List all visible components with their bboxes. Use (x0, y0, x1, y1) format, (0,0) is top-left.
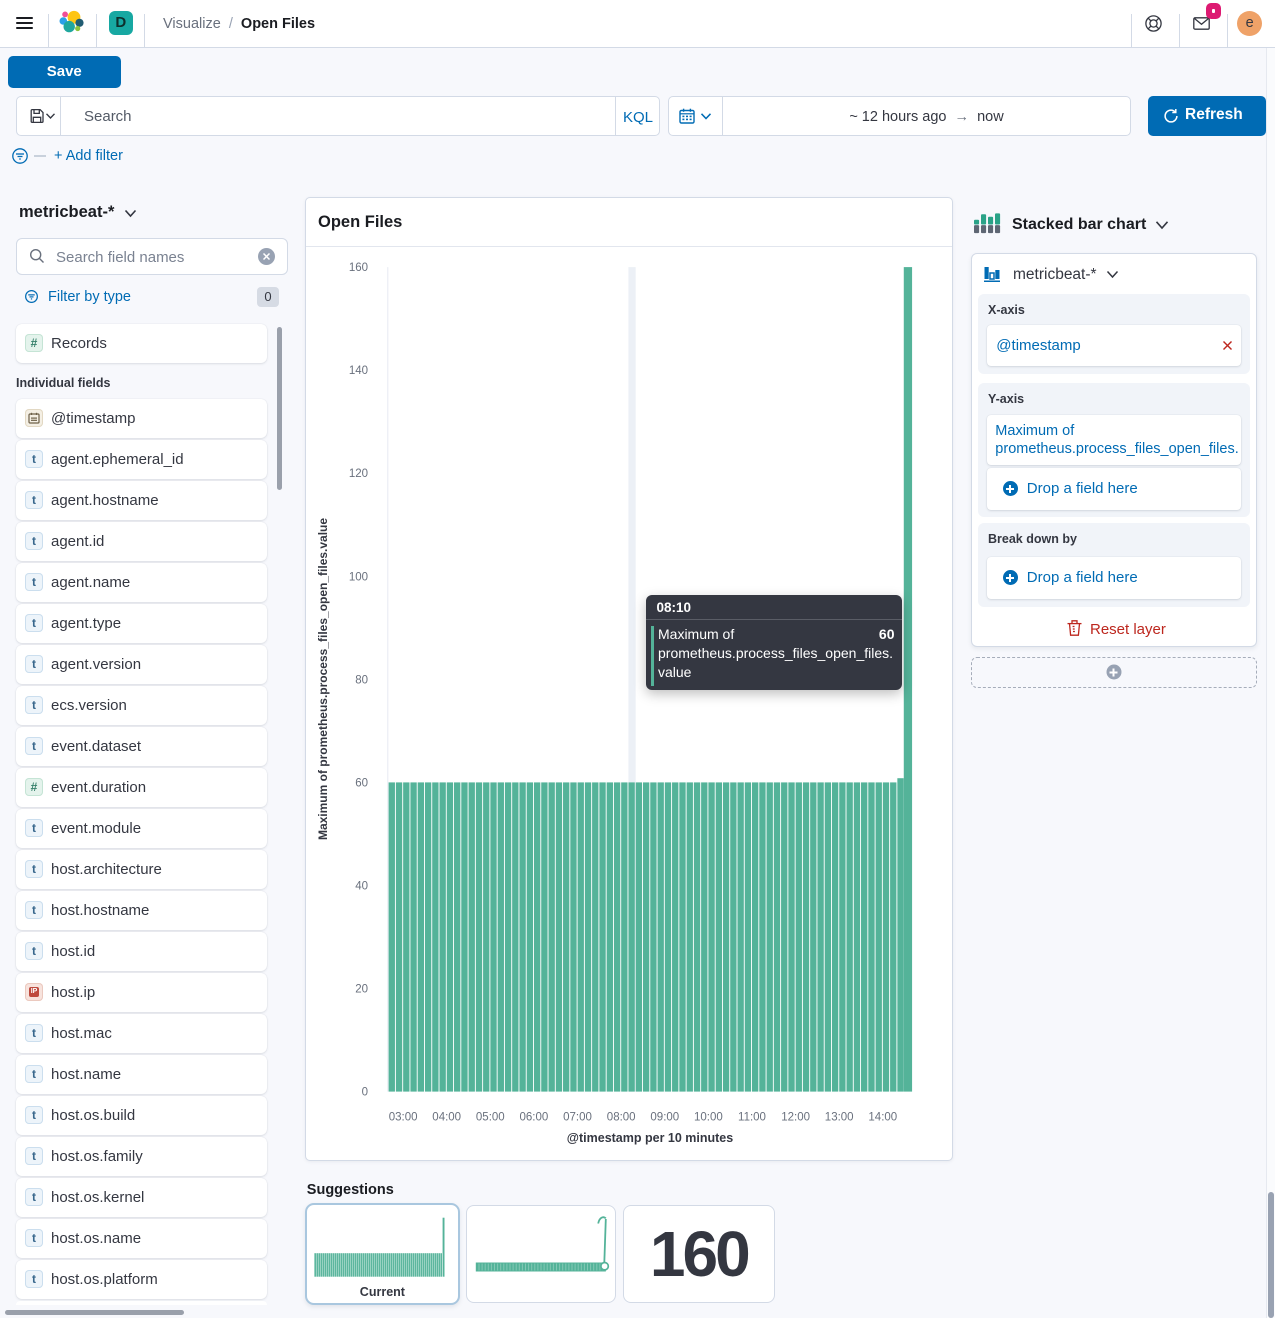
svg-text:160: 160 (349, 262, 368, 274)
svg-text:140: 140 (349, 365, 368, 377)
svg-text:60: 60 (355, 777, 368, 789)
svg-text:80: 80 (355, 674, 368, 686)
svg-text:04:00: 04:00 (432, 1112, 461, 1124)
svg-text:14:00: 14:00 (868, 1112, 897, 1124)
svg-text:03:00: 03:00 (389, 1112, 418, 1124)
svg-text:06:00: 06:00 (520, 1112, 549, 1124)
svg-text:40: 40 (355, 881, 368, 893)
svg-text:20: 20 (355, 984, 368, 996)
svg-text:05:00: 05:00 (476, 1112, 505, 1124)
svg-text:Maximum of prometheus.process_: Maximum of prometheus.process_files_open… (316, 518, 330, 840)
svg-text:11:00: 11:00 (738, 1112, 766, 1124)
svg-text:07:00: 07:00 (563, 1112, 592, 1124)
svg-text:10:00: 10:00 (694, 1112, 723, 1124)
svg-text:120: 120 (349, 468, 368, 480)
svg-text:0: 0 (362, 1087, 368, 1099)
svg-text:08:00: 08:00 (607, 1112, 636, 1124)
svg-text:@timestamp per 10 minutes: @timestamp per 10 minutes (567, 1131, 733, 1145)
svg-text:13:00: 13:00 (825, 1112, 854, 1124)
svg-text:100: 100 (349, 571, 368, 583)
svg-text:12:00: 12:00 (781, 1112, 810, 1124)
svg-text:09:00: 09:00 (650, 1112, 679, 1124)
